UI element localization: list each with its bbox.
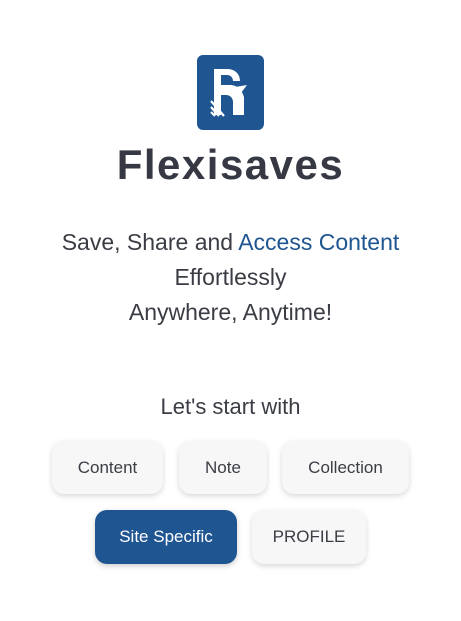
start-heading: Let's start with bbox=[160, 394, 301, 419]
tagline-accent: Access Content bbox=[238, 229, 400, 255]
site-specific-button[interactable]: Site Specific bbox=[95, 510, 237, 564]
flexisaves-logo-icon bbox=[197, 55, 264, 130]
content-button[interactable]: Content bbox=[52, 441, 163, 494]
collection-button[interactable]: Collection bbox=[282, 441, 409, 494]
tagline-prefix: Save, Share and bbox=[61, 229, 239, 255]
tagline-line-1: Save, Share and Access Content bbox=[0, 229, 461, 256]
profile-button[interactable]: PROFILE bbox=[252, 510, 366, 564]
note-button[interactable]: Note bbox=[179, 441, 267, 494]
tagline-line-2: Effortlessly bbox=[174, 264, 287, 290]
tagline-line-3: Anywhere, Anytime! bbox=[128, 299, 333, 325]
brand-title: Flexisaves bbox=[116, 141, 345, 188]
